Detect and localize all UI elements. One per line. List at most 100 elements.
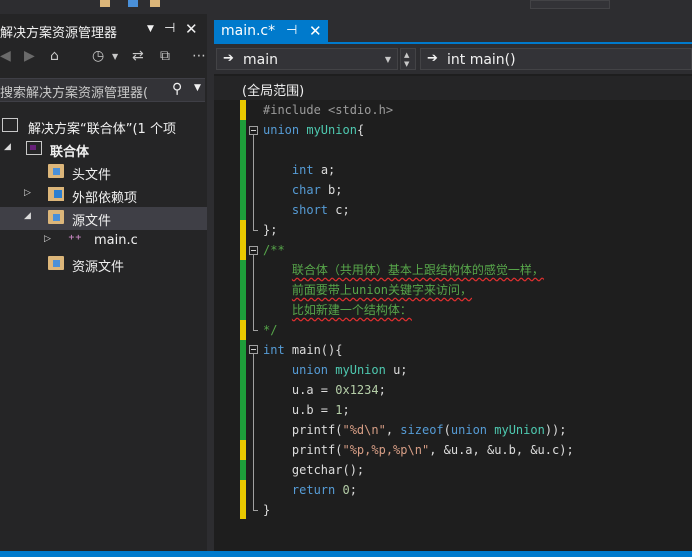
solution-explorer-title: 解决方案资源管理器 [0, 26, 118, 41]
code-token: , [385, 423, 401, 437]
code-token: b; [320, 183, 343, 197]
scope-label: (全局范围) [242, 84, 305, 99]
code-token: union [291, 363, 329, 377]
code-line[interactable]: printf("%d\n", sizeof(union myUnion)); [263, 420, 567, 440]
collapsed-arrow-icon[interactable]: ▷ [24, 188, 31, 198]
pin-icon[interactable]: ⊣ [164, 21, 175, 36]
code-token: char [291, 183, 321, 197]
toolbar-open-icon[interactable] [100, 0, 110, 7]
toolbar-config-dropdown[interactable] [530, 0, 610, 9]
home-icon[interactable]: ⌂ [50, 48, 59, 64]
code-token: } [263, 503, 271, 517]
solution-icon [2, 118, 18, 132]
code-editor[interactable]: #include <stdio.h> union myUnion{ int a; … [214, 100, 692, 557]
code-token: 联合体（共用体）基本上跟结构体的感觉一样， [291, 263, 544, 277]
fold-guide [253, 135, 254, 230]
code-line[interactable]: int main(){ [263, 340, 342, 360]
code-line[interactable]: return 0; [263, 480, 357, 500]
scope-dropdown[interactable]: ➔ main ▼ [216, 48, 398, 70]
code-line[interactable]: 比如新建一个结构体： [263, 300, 412, 320]
code-line[interactable]: union myUnion{ [263, 120, 364, 140]
tree-item-label: 资源文件 [72, 260, 125, 275]
code-line[interactable]: int a; [263, 160, 335, 180]
window-menu-icon[interactable]: ▼ [147, 24, 154, 34]
forward-icon[interactable]: ▶ [24, 48, 35, 64]
code-token: union [450, 423, 488, 437]
code-token: 前面要带上union关键字来访问， [291, 283, 473, 297]
panel-splitter[interactable] [207, 14, 214, 557]
code-token: int [263, 343, 285, 357]
code-line[interactable]: short c; [263, 200, 350, 220]
code-line[interactable]: u.a = 0x1234; [263, 380, 386, 400]
tree-item-project[interactable]: ◢ 联合体 [0, 138, 207, 161]
code-line[interactable]: printf("%p,%p,%p\n", &u.a, &u.b, &u.c); [263, 440, 574, 460]
expanded-arrow-icon[interactable]: ◢ [24, 211, 31, 221]
tree-item-external-deps[interactable]: ▷ 外部依赖项 [0, 184, 207, 207]
code-token: */ [263, 323, 278, 337]
tab-label: main.c* [221, 23, 276, 39]
collapsed-arrow-icon[interactable]: ▷ [44, 234, 51, 244]
tree-item-solution[interactable]: 解决方案“联合体”(1 个项 [0, 115, 207, 138]
properties-icon[interactable]: ⋯ [192, 48, 206, 64]
history-dropdown-icon[interactable]: ▼ [112, 52, 118, 61]
code-token: short [291, 203, 329, 217]
editor-tab-bar: main.c* ⊣ ✕ [214, 14, 692, 44]
code-token: /** [263, 243, 285, 257]
chevron-down-icon: ▼ [384, 55, 391, 64]
code-line[interactable]: getchar(); [263, 460, 364, 480]
back-icon[interactable]: ◀ [0, 48, 11, 64]
fold-guide-end [253, 510, 258, 511]
sync-icon[interactable]: ⇄ [132, 48, 144, 64]
code-line[interactable]: #include <stdio.h> [263, 100, 393, 120]
code-line[interactable]: }; [263, 220, 277, 240]
fold-guide [253, 354, 254, 510]
code-line[interactable]: */ [263, 320, 277, 340]
folder-icon [48, 210, 64, 224]
collapse-all-icon[interactable]: ⧉ [160, 48, 170, 64]
code-token: "%p,%p,%p\n" [342, 443, 430, 457]
code-line[interactable]: union myUnion u; [263, 360, 408, 380]
code-token: myUnion [494, 423, 545, 437]
toolbar-saveall-icon[interactable] [150, 0, 160, 7]
tab-main-c[interactable]: main.c* ⊣ ✕ [214, 20, 328, 44]
expanded-arrow-icon[interactable]: ◢ [4, 142, 11, 152]
fold-toggle-icon[interactable] [249, 246, 258, 255]
dependencies-icon [48, 187, 64, 201]
change-marker-unsaved [240, 100, 246, 120]
fold-toggle-icon[interactable] [249, 126, 258, 135]
code-token: 0x1234 [335, 383, 379, 397]
search-icon[interactable]: ⚲ [172, 81, 182, 97]
code-line[interactable]: u.b = 1; [263, 400, 350, 420]
code-line[interactable]: /** [263, 240, 285, 260]
spin-up-icon[interactable]: ▲ [404, 51, 409, 59]
nav-spin-buttons[interactable]: ▲ ▼ [400, 48, 416, 70]
toolbar-save-icon[interactable] [128, 0, 138, 7]
code-token: "%d\n" [342, 423, 386, 437]
search-options-icon[interactable]: ▼ [194, 83, 201, 93]
code-token: ; [342, 403, 350, 417]
member-dropdown[interactable]: ➔ int main() [420, 48, 692, 70]
tree-item-source-files[interactable]: ◢ 源文件 [0, 207, 207, 230]
tree-item-main-c[interactable]: ▷ ⁺⁺ main.c [0, 230, 207, 253]
code-line[interactable]: 联合体（共用体）基本上跟结构体的感觉一样， [263, 260, 544, 280]
fold-toggle-icon[interactable] [249, 345, 258, 354]
tree-item-headers[interactable]: 头文件 [0, 161, 207, 184]
code-token: printf( [263, 423, 343, 437]
c-file-icon: ⁺⁺ [68, 233, 82, 248]
solution-search-box[interactable]: 搜索解决方案资源管理器( ⚲ ▼ [0, 78, 205, 102]
close-icon[interactable]: ✕ [185, 20, 198, 38]
code-line[interactable]: 前面要带上union关键字来访问， [263, 280, 472, 300]
code-line[interactable]: char b; [263, 180, 343, 200]
tab-close-icon[interactable]: ✕ [309, 22, 322, 40]
fold-guide-end [253, 230, 258, 231]
tree-item-resource-files[interactable]: 资源文件 [0, 253, 207, 276]
history-icon[interactable]: ◷ [92, 48, 104, 64]
spin-down-icon[interactable]: ▼ [404, 60, 409, 68]
code-line[interactable]: } [263, 500, 270, 520]
code-token: )); [544, 423, 567, 437]
tab-pin-icon[interactable]: ⊣ [286, 23, 297, 38]
